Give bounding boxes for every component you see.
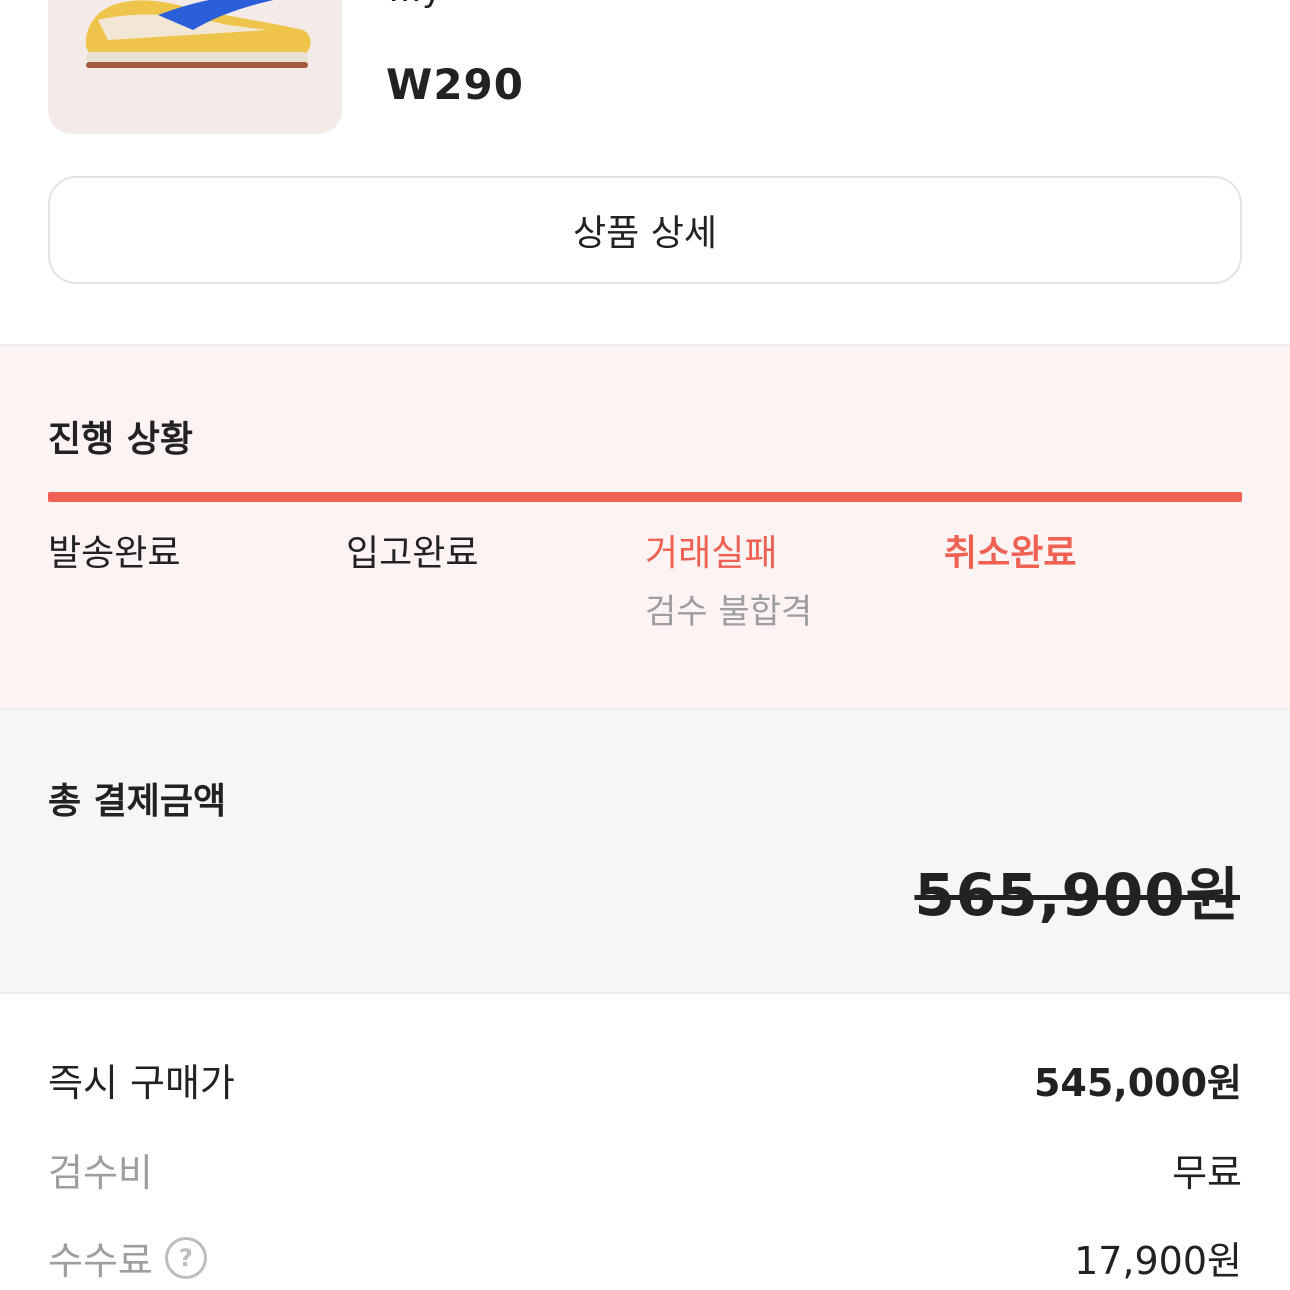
- step-label: 발송완료: [48, 533, 181, 574]
- commission-row: 수수료 ? 17,900원: [48, 1230, 1242, 1285]
- progress-section: 진행 상황 발송완료 입고완료 거래실패 검수 불합격 취소완료: [0, 344, 1290, 710]
- total-title: 총 결제금액: [48, 781, 227, 822]
- commission-label-group: 수수료 ?: [48, 1230, 207, 1285]
- product-detail-button[interactable]: 상품 상세: [48, 176, 1242, 284]
- product-name: …y: [388, 0, 442, 10]
- commission-value: 17,900원: [1074, 1239, 1242, 1283]
- step-label: 입고완료: [346, 533, 479, 574]
- step-sub-label: 검수 불합격: [645, 592, 813, 632]
- commission-label: 수수료: [48, 1239, 153, 1283]
- progress-title: 진행 상황: [48, 419, 194, 460]
- step-received: 입고완료: [346, 524, 478, 576]
- product-image[interactable]: [48, 0, 342, 134]
- instant-price-value: 545,000원: [1033, 1061, 1242, 1105]
- instant-price-row: 즉시 구매가 545,000원: [48, 1052, 1242, 1107]
- inspection-fee-row: 검수비 무료: [48, 1142, 1242, 1197]
- sneaker-icon: [85, 0, 311, 68]
- order-detail-page: …y W290 상품 상세 진행 상황 발송완료 입고완료 거래실패 검수 불합…: [0, 0, 1290, 1290]
- help-icon[interactable]: ?: [164, 1236, 207, 1279]
- inspection-fee-label: 검수비: [48, 1151, 153, 1195]
- step-shipped: 발송완료: [48, 524, 180, 576]
- product-size: W290: [386, 60, 524, 109]
- step-cancelled: 취소완료: [944, 524, 1076, 576]
- step-failed: 거래실패 검수 불합격: [645, 524, 812, 633]
- progress-fill: [48, 492, 1242, 502]
- total-section: 총 결제금액 565,900원: [0, 710, 1290, 994]
- total-amount: 565,900원: [914, 861, 1240, 929]
- inspection-fee-value: 무료: [1172, 1151, 1242, 1195]
- progress-bar: [48, 492, 1242, 502]
- step-label: 거래실패: [645, 533, 778, 574]
- step-label: 취소완료: [944, 533, 1077, 574]
- instant-price-label: 즉시 구매가: [48, 1061, 235, 1105]
